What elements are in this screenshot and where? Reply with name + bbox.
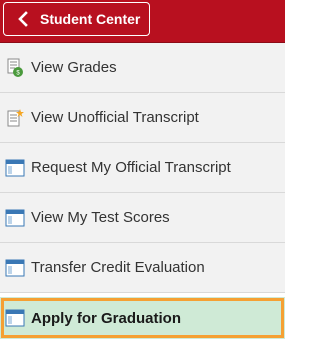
window-icon: [5, 208, 25, 228]
menu-item-view-unofficial-transcript[interactable]: View Unofficial Transcript: [0, 93, 285, 143]
menu-item-apply-for-graduation[interactable]: Apply for Graduation: [0, 297, 285, 339]
back-button-label: Student Center: [40, 11, 141, 27]
grades-icon: $: [5, 58, 25, 78]
new-document-icon: [5, 108, 25, 128]
window-icon: [5, 158, 25, 178]
menu-item-label: Apply for Graduation: [31, 309, 181, 327]
app-header: Student Center: [0, 0, 285, 43]
menu-item-transfer-credit-evaluation[interactable]: Transfer Credit Evaluation: [0, 243, 285, 293]
window-icon: [5, 308, 25, 328]
menu-item-label: Transfer Credit Evaluation: [31, 259, 205, 276]
menu-item-label: View Grades: [31, 59, 117, 76]
menu-item-label: View Unofficial Transcript: [31, 109, 199, 126]
menu-item-view-grades[interactable]: $ View Grades: [0, 43, 285, 93]
window-icon: [5, 258, 25, 278]
menu-item-label: Request My Official Transcript: [31, 159, 231, 176]
menu-item-view-test-scores[interactable]: View My Test Scores: [0, 193, 285, 243]
student-center-back-button[interactable]: Student Center: [3, 2, 150, 36]
menu-item-request-official-transcript[interactable]: Request My Official Transcript: [0, 143, 285, 193]
menu-item-label: View My Test Scores: [31, 209, 170, 226]
student-menu: $ View Grades View Unofficial Transcript…: [0, 43, 285, 339]
chevron-left-icon: [15, 10, 33, 28]
